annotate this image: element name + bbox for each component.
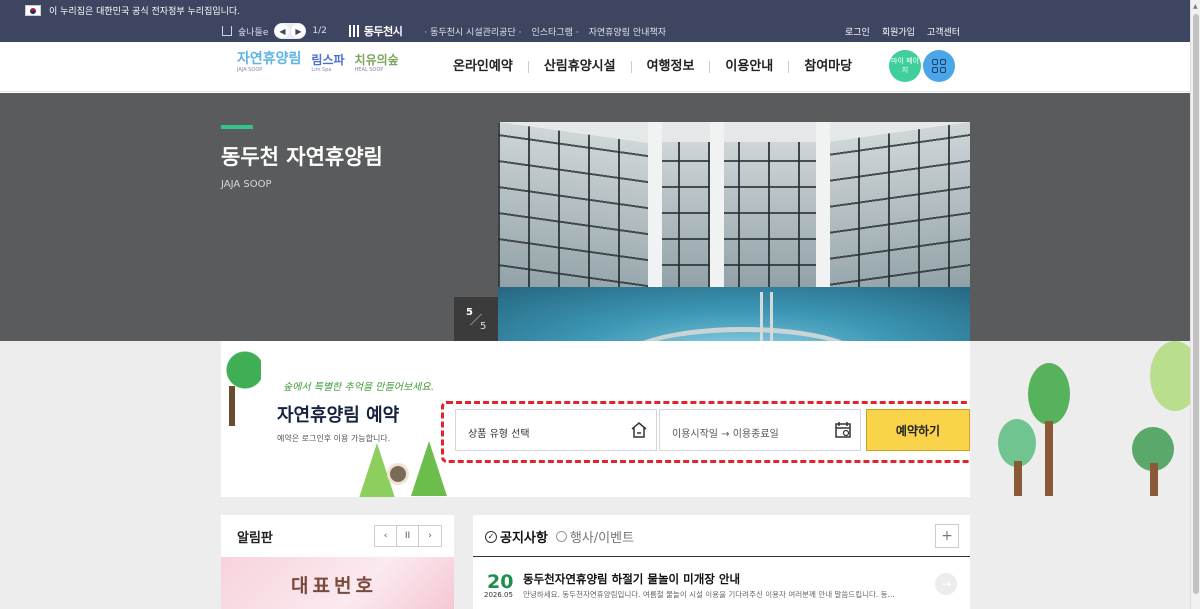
notice-item-description: 안녕하세요. 동두천자연휴양림입니다. 여름철 물놀이 시설 이용을 기다려주신… xyxy=(523,590,895,599)
nav-forest-facilities[interactable]: 산림휴양시설 xyxy=(529,60,632,73)
reservation-panel: 숲에서 특별한 추억을 만들어보세요. 자연휴양림 예약 예약은 로그인후 이용… xyxy=(221,341,970,497)
family-site-label[interactable]: 숲나들e xyxy=(238,25,268,38)
main-nav: 온라인예약 산림휴양시설 여행정보 이용안내 참여마당 xyxy=(438,42,867,92)
customer-center-link[interactable]: 고객센터 xyxy=(927,25,960,38)
bulletin-pause-button[interactable]: II xyxy=(397,526,419,546)
bulletin-banner[interactable]: 대표번호 xyxy=(221,557,454,609)
prev-site-button[interactable]: ◀ xyxy=(275,24,290,38)
grid-menu-icon xyxy=(932,59,946,73)
city-logo-icon xyxy=(348,25,361,37)
tab-notice[interactable]: ✓ 공지사항 xyxy=(485,527,548,546)
bulletin-board: 알림판 ‹ II › 대표번호 xyxy=(221,515,454,609)
hero-subtitle: JAJA SOOP xyxy=(221,179,272,190)
next-site-button[interactable]: ▶ xyxy=(291,24,306,38)
korea-flag-icon xyxy=(25,4,41,16)
site-header: 자연휴양림 JAJA SOOP 림스파 Lim Spa 치유의숲 HEAL SO… xyxy=(0,42,1190,92)
product-type-select[interactable]: 상품 유형 선택 xyxy=(455,409,657,451)
mypage-button[interactable]: 마이 페이지 xyxy=(889,50,921,82)
slide-total: 5 xyxy=(480,321,487,332)
raccoon-illustration xyxy=(387,463,409,485)
util-link-guidebook[interactable]: 자연휴양림 안내책자 xyxy=(589,25,666,38)
calendar-icon xyxy=(835,422,851,438)
hero-title: 동두천 자연휴양림 xyxy=(221,145,383,169)
arrow-right-icon: → xyxy=(940,577,952,591)
gov-banner-text: 이 누리집은 대한민국 공식 전자정부 누리집입니다. xyxy=(49,6,241,17)
tab-events[interactable]: 행사/이벤트 xyxy=(555,527,634,546)
site-page-indicator: 1/2 xyxy=(312,26,327,36)
notice-date-year-month: 2026.05 xyxy=(484,591,513,599)
login-link[interactable]: 로그인 xyxy=(845,25,870,38)
notice-date-day: 20 xyxy=(487,571,514,593)
home-icon[interactable] xyxy=(222,26,232,36)
reserve-button[interactable]: 예약하기 xyxy=(866,409,970,451)
radio-circle-icon xyxy=(555,531,567,542)
check-circle-icon: ✓ xyxy=(485,530,497,543)
slide-counter: 5 5 xyxy=(454,297,498,341)
slide-current: 5 xyxy=(466,307,473,318)
notice-tabs: ✓ 공지사항 행사/이벤트 xyxy=(485,527,634,546)
gov-banner: 이 누리집은 대한민국 공식 전자정부 누리집입니다. xyxy=(0,0,1190,20)
notice-divider xyxy=(473,556,970,557)
city-logo[interactable]: 동두천시 xyxy=(348,23,403,39)
site-logos[interactable]: 자연휴양림 JAJA SOOP 림스파 Lim Spa 치유의숲 HEAL SO… xyxy=(237,52,399,73)
bulletin-banner-text: 대표번호 xyxy=(291,575,377,597)
hero-accent-bar xyxy=(221,125,253,129)
logo-lim-spa[interactable]: 림스파 Lim Spa xyxy=(311,54,344,73)
page-scrollbar[interactable]: ▲ xyxy=(1190,0,1200,609)
logo-jaja-soop[interactable]: 자연휴양림 JAJA SOOP xyxy=(237,52,301,73)
utility-bar: 숲나들e ◀ ▶ 1/2 동두천시 · 동두천시 시설관리공단 · 인스타그램 … xyxy=(0,20,1190,42)
bulletin-controls: ‹ II › xyxy=(374,525,442,547)
scrollbar-thumb[interactable] xyxy=(1193,14,1199,594)
tree-illustration xyxy=(221,346,261,426)
notice-panel: ✓ 공지사항 행사/이벤트 + 20 2026.05 동두천자연휴양림 하절기 … xyxy=(473,515,970,609)
notice-more-button[interactable]: + xyxy=(935,524,959,548)
date-range-picker[interactable]: 이용시작일 → 이용종료일 xyxy=(659,409,861,451)
logo-heal-soop[interactable]: 치유의숲 HEAL SOOP xyxy=(355,54,399,73)
util-link-facility-corp[interactable]: · 동두천시 시설관리공단 · xyxy=(424,25,521,38)
bulletin-title: 알림판 xyxy=(237,531,273,546)
bulletin-next-button[interactable]: › xyxy=(419,526,441,546)
scroll-up-icon[interactable]: ▲ xyxy=(1193,3,1198,10)
nav-travel-info[interactable]: 여행정보 xyxy=(632,60,711,73)
nav-community[interactable]: 참여마당 xyxy=(789,60,867,73)
nav-usage-guide[interactable]: 이용안내 xyxy=(710,60,790,73)
nav-online-reservation[interactable]: 온라인예약 xyxy=(438,60,529,73)
house-icon xyxy=(631,422,647,438)
all-menu-button[interactable] xyxy=(923,50,955,82)
bulletin-prev-button[interactable]: ‹ xyxy=(375,526,397,546)
signup-link[interactable]: 회원가입 xyxy=(882,25,915,38)
notice-item-title[interactable]: 동두천자연휴양림 하절기 물놀이 미개장 안내 xyxy=(523,571,740,587)
reservation-title: 자연휴양림 예약 xyxy=(277,405,400,426)
notice-go-button[interactable]: → xyxy=(935,573,957,595)
util-link-instagram[interactable]: 인스타그램 · xyxy=(531,25,578,38)
tree-illustration-group xyxy=(970,341,1200,497)
reservation-tagline: 숲에서 특별한 추억을 만들어보세요. xyxy=(283,382,434,393)
